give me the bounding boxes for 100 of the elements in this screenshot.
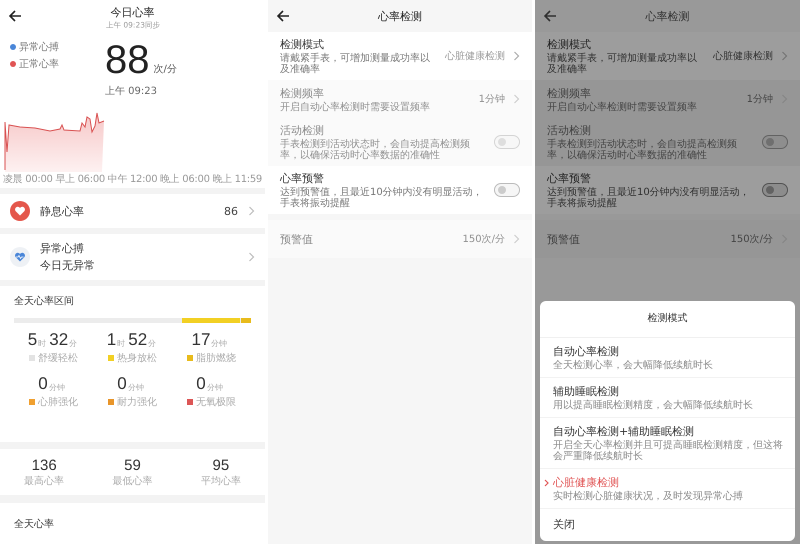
section-title: 全天心率 [14, 518, 55, 531]
mode-option[interactable]: 辅助睡眠检测 用以提高睡眠检测精度，会大幅降低续航时长 [540, 378, 795, 418]
setting-description: 手表检测到活动状态时，会自动提高检测频率，以确保活动时心率数据的准确性 [280, 139, 471, 161]
stat-label: 最高心率 [24, 474, 64, 488]
setting-description: 请戴紧手表，可增加测量成功率以及准确率 [280, 53, 431, 75]
toggle-switch[interactable] [494, 183, 520, 197]
setting-label: 检测频率 [280, 86, 325, 100]
zone-time-unit: 时 [117, 339, 126, 349]
setting-description: 开启自动心率检测时需要设置频率 [547, 102, 698, 112]
resting-heart-rate-row[interactable]: 静息心率 86 [0, 194, 265, 228]
back-icon[interactable] [276, 9, 290, 23]
zone-time-value: 17 [192, 331, 210, 349]
settings-row[interactable]: 检测模式 请戴紧手表，可增加测量成功率以及准确率 心脏健康检测 [535, 32, 800, 80]
setting-label: 检测频率 [547, 86, 592, 100]
zone-time-value: 52 [128, 331, 148, 349]
setting-label: 预警值 [280, 232, 314, 246]
zone-time-unit: 分钟 [48, 383, 65, 393]
setting-description: 请戴紧手表，可增加测量成功率以及准确率 [547, 53, 698, 75]
option-description: 实时检测心脏健康状况，及时发现异常心搏 [553, 491, 743, 502]
setting-value: 心脏健康检测 [713, 50, 773, 63]
option-label: 心脏健康检测 [553, 475, 620, 490]
selected-marker-icon [544, 479, 549, 487]
setting-label: 心率预警 [547, 171, 592, 186]
settings-row[interactable]: 心率预警 达到预警值，且最近10分钟内没有明显活动，手表将振动提醒 [268, 166, 532, 214]
option-label: 自动心率检测 [553, 344, 620, 359]
axis-label: 晚上 06:00 [160, 172, 210, 183]
zone-label: 无氧极限 [196, 396, 236, 409]
zone-time-unit: 分钟 [211, 339, 228, 349]
zone-time-value: 0 [117, 375, 127, 393]
option-description: 全天检测心率，会大幅降低续航时长 [553, 360, 713, 371]
setting-label: 心率预警 [280, 171, 325, 186]
legend-label: 正常心率 [19, 58, 59, 71]
settings-row[interactable]: 检测模式 请戴紧手表，可增加测量成功率以及准确率 心脏健康检测 [268, 32, 532, 80]
chevron-icon [248, 206, 255, 216]
zone-time-value: 0 [196, 375, 206, 393]
setting-description: 手表检测到活动状态时，会自动提高检测频率，以确保活动时心率数据的准确性 [547, 139, 738, 161]
mode-option[interactable]: 自动心率检测 全天检测心率，会大幅降低续航时长 [540, 338, 795, 378]
screen-title: 今日心率 [110, 5, 154, 20]
abnormal-beat-row[interactable]: 异常心搏 今日无异常 [0, 234, 265, 280]
setting-value: 150次/分 [730, 233, 773, 246]
stat-value: 136 [32, 456, 57, 474]
chevron-icon [513, 234, 520, 244]
setting-description: 开启自动心率检测时需要设置频率 [280, 102, 431, 112]
mode-option[interactable]: 心脏健康检测 实时检测心脏健康状况，及时发现异常心搏 [540, 469, 795, 509]
setting-value: 150次/分 [462, 233, 505, 246]
axis-label: 凌晨 00:00 [3, 172, 53, 183]
zone-time-unit: 分钟 [206, 383, 223, 393]
zone-label: 脂肪燃烧 [196, 352, 236, 365]
axis-label: 早上 06:00 [55, 172, 105, 183]
setting-label: 活动检测 [547, 123, 592, 138]
row-status: 今日无异常 [40, 258, 96, 273]
setting-description: 达到预警值，且最近10分钟内没有明显活动，手表将振动提醒 [547, 187, 751, 209]
toggle-switch[interactable] [762, 183, 788, 197]
zone-time-value: 0 [38, 375, 48, 393]
zone-time-unit: 分 [148, 339, 156, 349]
setting-value: 1分钟 [478, 92, 505, 106]
option-label: 辅助睡眠检测 [553, 384, 620, 399]
mode-option[interactable]: 自动心率检测+辅助睡眠检测 开启全天心率检测并且可提高睡眠检测精度，但这将会严重降低续航时长 [540, 418, 795, 469]
option-description: 用以提高睡眠检测精度，会大幅降低续航时长 [553, 400, 753, 411]
measure-time: 上午 09:23 [105, 84, 158, 98]
heart-rate-value: 88 [105, 40, 150, 80]
zone-time-value: 5 [28, 331, 38, 349]
zone-label: 热身放松 [117, 352, 157, 365]
zone-time-unit: 时 [38, 339, 46, 349]
zone-time-value: 1 [106, 331, 116, 349]
zone-label: 舒缓轻松 [38, 352, 78, 365]
chevron-icon [781, 51, 788, 61]
axis-label: 晚上 11:59 [212, 172, 262, 183]
chevron-icon [248, 252, 255, 262]
setting-value: 心脏健康检测 [445, 50, 505, 63]
sheet-title: 检测模式 [540, 301, 795, 338]
chevron-icon [513, 94, 520, 104]
back-icon[interactable] [8, 9, 22, 23]
close-button[interactable]: 关闭 [540, 509, 588, 541]
zone-time-unit: 分钟 [128, 383, 144, 393]
setting-label: 检测模式 [547, 37, 592, 52]
row-label: 异常心搏 [40, 241, 85, 256]
zone-time-unit: 分 [69, 339, 78, 349]
row-value: 86 [224, 204, 238, 218]
axis-label: 中午 12:00 [108, 172, 158, 183]
stat-label: 平均心率 [200, 474, 241, 488]
heart-pulse-icon [10, 247, 30, 267]
heart-rate-unit: 次/分 [154, 63, 177, 77]
legend-label: 异常心搏 [19, 40, 59, 54]
option-description: 开启全天心率检测并且可提高睡眠检测精度，但这将会严重降低续航时长 [553, 440, 784, 462]
zone-label: 耐力强化 [117, 396, 157, 409]
settings-row[interactable]: 心率预警 达到预警值，且最近10分钟内没有明显活动，手表将振动提醒 [535, 166, 800, 214]
screen-title: 心率检测 [378, 8, 422, 24]
zone-time-value: 32 [49, 331, 68, 349]
setting-label: 活动检测 [280, 123, 325, 138]
section-title: 全天心率区间 [14, 294, 75, 308]
stat-value: 95 [212, 456, 230, 474]
setting-description: 达到预警值，且最近10分钟内没有明显活动，手表将振动提醒 [280, 187, 484, 209]
stat-value: 59 [124, 456, 141, 474]
row-label: 静息心率 [40, 204, 85, 218]
setting-label: 检测模式 [280, 37, 325, 52]
screen-title: 心率检测 [646, 8, 690, 24]
setting-label: 预警值 [547, 232, 581, 246]
setting-value: 1分钟 [746, 92, 773, 106]
zone-label: 心肺强化 [38, 396, 78, 409]
